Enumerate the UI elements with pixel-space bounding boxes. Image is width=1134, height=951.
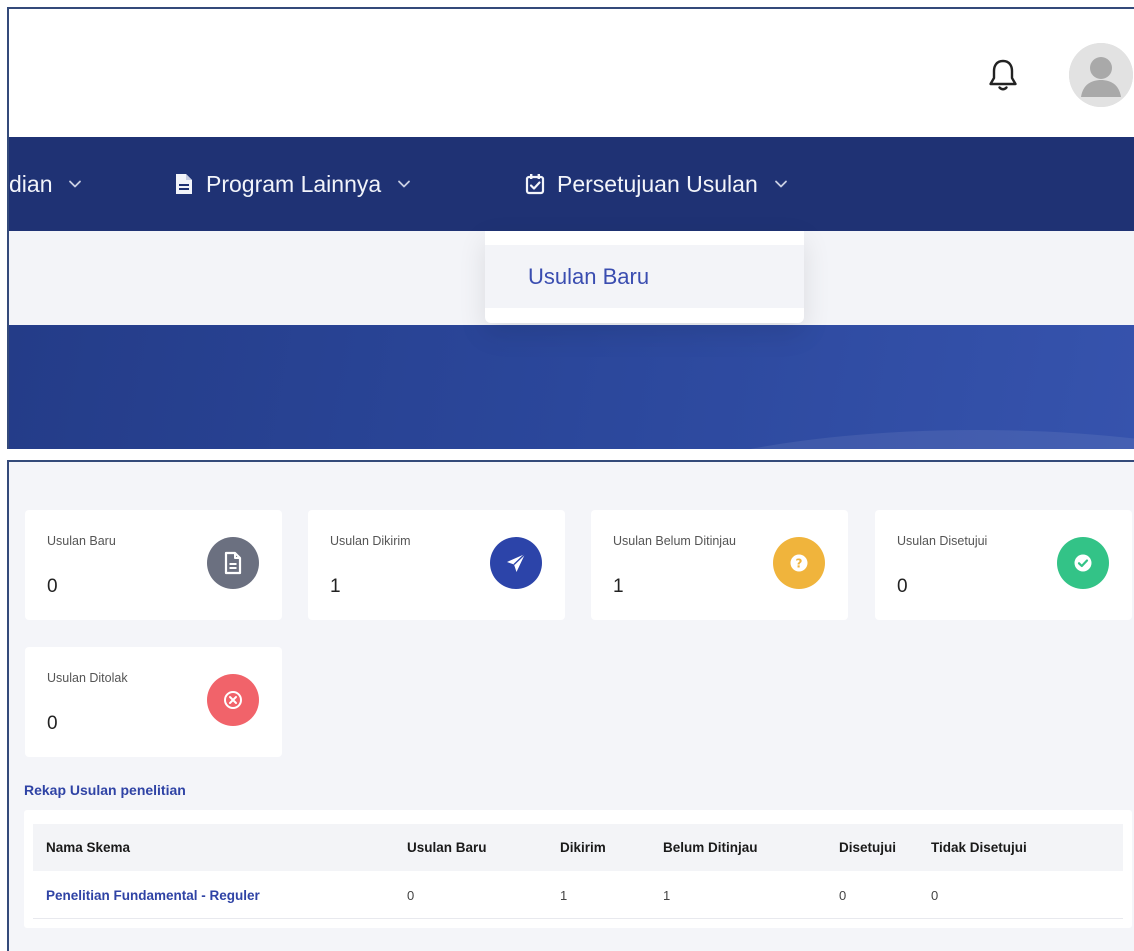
column-header[interactable]: Nama Skema [46, 824, 130, 871]
calendar-check-icon [525, 173, 545, 195]
topbar [7, 7, 1134, 137]
chevron-down-icon [68, 179, 82, 189]
recap-title: Rekap Usulan penelitian [24, 782, 186, 798]
column-header[interactable]: Belum Ditinjau [663, 824, 758, 871]
stat-label: Usulan Belum Ditinjau [613, 534, 736, 548]
banner-wave [627, 430, 1134, 449]
bell-icon[interactable] [987, 57, 1019, 93]
dropdown-item-label: Usulan Baru [528, 263, 650, 289]
stat-card-usulan-dikirim[interactable]: Usulan Dikirim 1 [308, 510, 565, 620]
table-header-row: Nama Skema Usulan Baru Dikirim Belum Dit… [33, 824, 1123, 871]
recap-table: Nama Skema Usulan Baru Dikirim Belum Dit… [33, 824, 1123, 919]
table-cell: 1 [560, 887, 568, 903]
file-text-icon [174, 173, 194, 195]
chevron-down-icon [397, 179, 411, 189]
main-navbar: dian Program Lainnya Persetujuan Usulan [7, 137, 1134, 231]
check-icon [1057, 537, 1109, 589]
persetujuan-usulan-dropdown: Usulan Baru [485, 231, 804, 323]
dropdown-item-usulan-baru[interactable]: Usulan Baru [485, 245, 804, 308]
stat-label: Usulan Dikirim [330, 534, 411, 548]
nav-item-label: Persetujuan Usulan [557, 170, 758, 197]
column-header[interactable]: Tidak Disetujui [931, 824, 1027, 871]
nav-item-pengabdian[interactable]: dian [9, 137, 82, 231]
stat-card-usulan-belum-ditinjau[interactable]: Usulan Belum Ditinjau 1 ? [591, 510, 848, 620]
recap-table-card: Nama Skema Usulan Baru Dikirim Belum Dit… [24, 810, 1132, 928]
stat-value: 0 [47, 576, 58, 597]
user-avatar[interactable] [1069, 43, 1133, 107]
stat-label: Usulan Ditolak [47, 671, 128, 685]
stat-value: 0 [897, 576, 908, 597]
nav-item-label: Program Lainnya [206, 170, 382, 197]
column-header[interactable]: Dikirim [560, 824, 606, 871]
stat-value: 1 [330, 576, 341, 597]
stat-card-usulan-ditolak[interactable]: Usulan Ditolak 0 [25, 647, 282, 757]
paper-plane-icon [490, 537, 542, 589]
table-cell: 0 [839, 887, 847, 903]
dashboard-panel: Usulan Baru 0 Usulan Dikirim 1 Usulan Be… [7, 460, 1134, 951]
table-cell: 0 [407, 887, 415, 903]
nav-item-program-lainnya[interactable]: Program Lainnya [174, 137, 411, 231]
x-circle-icon [207, 674, 259, 726]
svg-text:?: ? [796, 556, 803, 570]
skema-link[interactable]: Penelitian Fundamental - Reguler [46, 871, 260, 919]
column-header[interactable]: Disetujui [839, 824, 896, 871]
table-cell: 0 [931, 887, 939, 903]
nav-item-persetujuan-usulan[interactable]: Persetujuan Usulan [525, 137, 788, 231]
stat-label: Usulan Disetujui [897, 534, 988, 548]
stat-label: Usulan Baru [47, 534, 116, 548]
nav-item-label: dian [9, 170, 53, 197]
column-header[interactable]: Usulan Baru [407, 824, 487, 871]
stat-value: 1 [613, 576, 624, 597]
page-header-banner [7, 325, 1134, 449]
top-panel: dian Program Lainnya Persetujuan Usulan … [7, 7, 1134, 449]
stat-card-usulan-disetujui[interactable]: Usulan Disetujui 0 [875, 510, 1132, 620]
table-cell: 1 [663, 887, 671, 903]
stat-value: 0 [47, 713, 58, 734]
file-icon [207, 537, 259, 589]
stat-card-usulan-baru[interactable]: Usulan Baru 0 [25, 510, 282, 620]
chevron-down-icon [774, 179, 788, 189]
table-row: Penelitian Fundamental - Reguler 0 1 1 0… [33, 871, 1123, 919]
question-icon: ? [773, 537, 825, 589]
